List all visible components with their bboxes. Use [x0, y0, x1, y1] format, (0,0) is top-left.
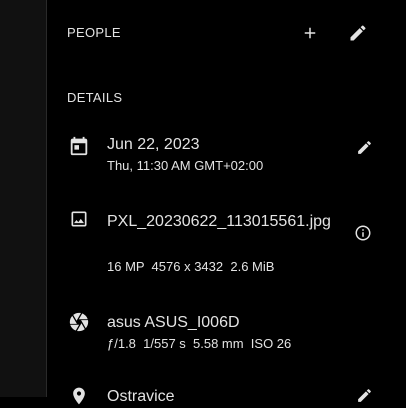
pencil-icon	[350, 25, 366, 41]
edit-location-button[interactable]	[352, 383, 376, 407]
image-icon	[71, 211, 87, 227]
pencil-icon	[357, 140, 371, 154]
add-person-button[interactable]	[298, 21, 322, 45]
location-row-icon	[67, 384, 91, 408]
location-pin-icon	[73, 387, 85, 405]
camera-row-icon	[67, 310, 91, 334]
camera-settings-text: ƒ/1.8 1/557 s 5.58 mm ISO 26	[107, 336, 292, 351]
file-specs-text: 16 MP 4576 x 3432 2.6 MiB	[107, 259, 275, 274]
location-text: Ostravice	[107, 388, 175, 405]
file-name-text: PXL_20230622_113015561.jpg	[107, 213, 331, 230]
file-info-button[interactable]	[351, 221, 375, 245]
info-icon	[355, 225, 371, 241]
details-section-title: DETAILS	[67, 90, 123, 105]
plus-icon	[304, 27, 316, 39]
adjacent-pane	[0, 0, 46, 397]
aperture-icon	[69, 312, 89, 332]
date-row-icon	[67, 134, 91, 158]
time-text: Thu, 11:30 AM GMT+02:00	[107, 158, 264, 173]
people-section-title: PEOPLE	[67, 25, 121, 40]
file-row-icon	[67, 207, 91, 231]
date-text: Jun 22, 2023	[107, 136, 200, 153]
camera-model-text: asus ASUS_I006D	[107, 314, 240, 331]
pencil-icon	[357, 388, 371, 402]
edit-people-button[interactable]	[346, 21, 370, 45]
calendar-icon	[70, 136, 88, 156]
edit-date-button[interactable]	[352, 135, 376, 159]
info-panel: PEOPLE DETAILS Jun 22, 2023 Thu, 11:30 A…	[47, 0, 406, 405]
